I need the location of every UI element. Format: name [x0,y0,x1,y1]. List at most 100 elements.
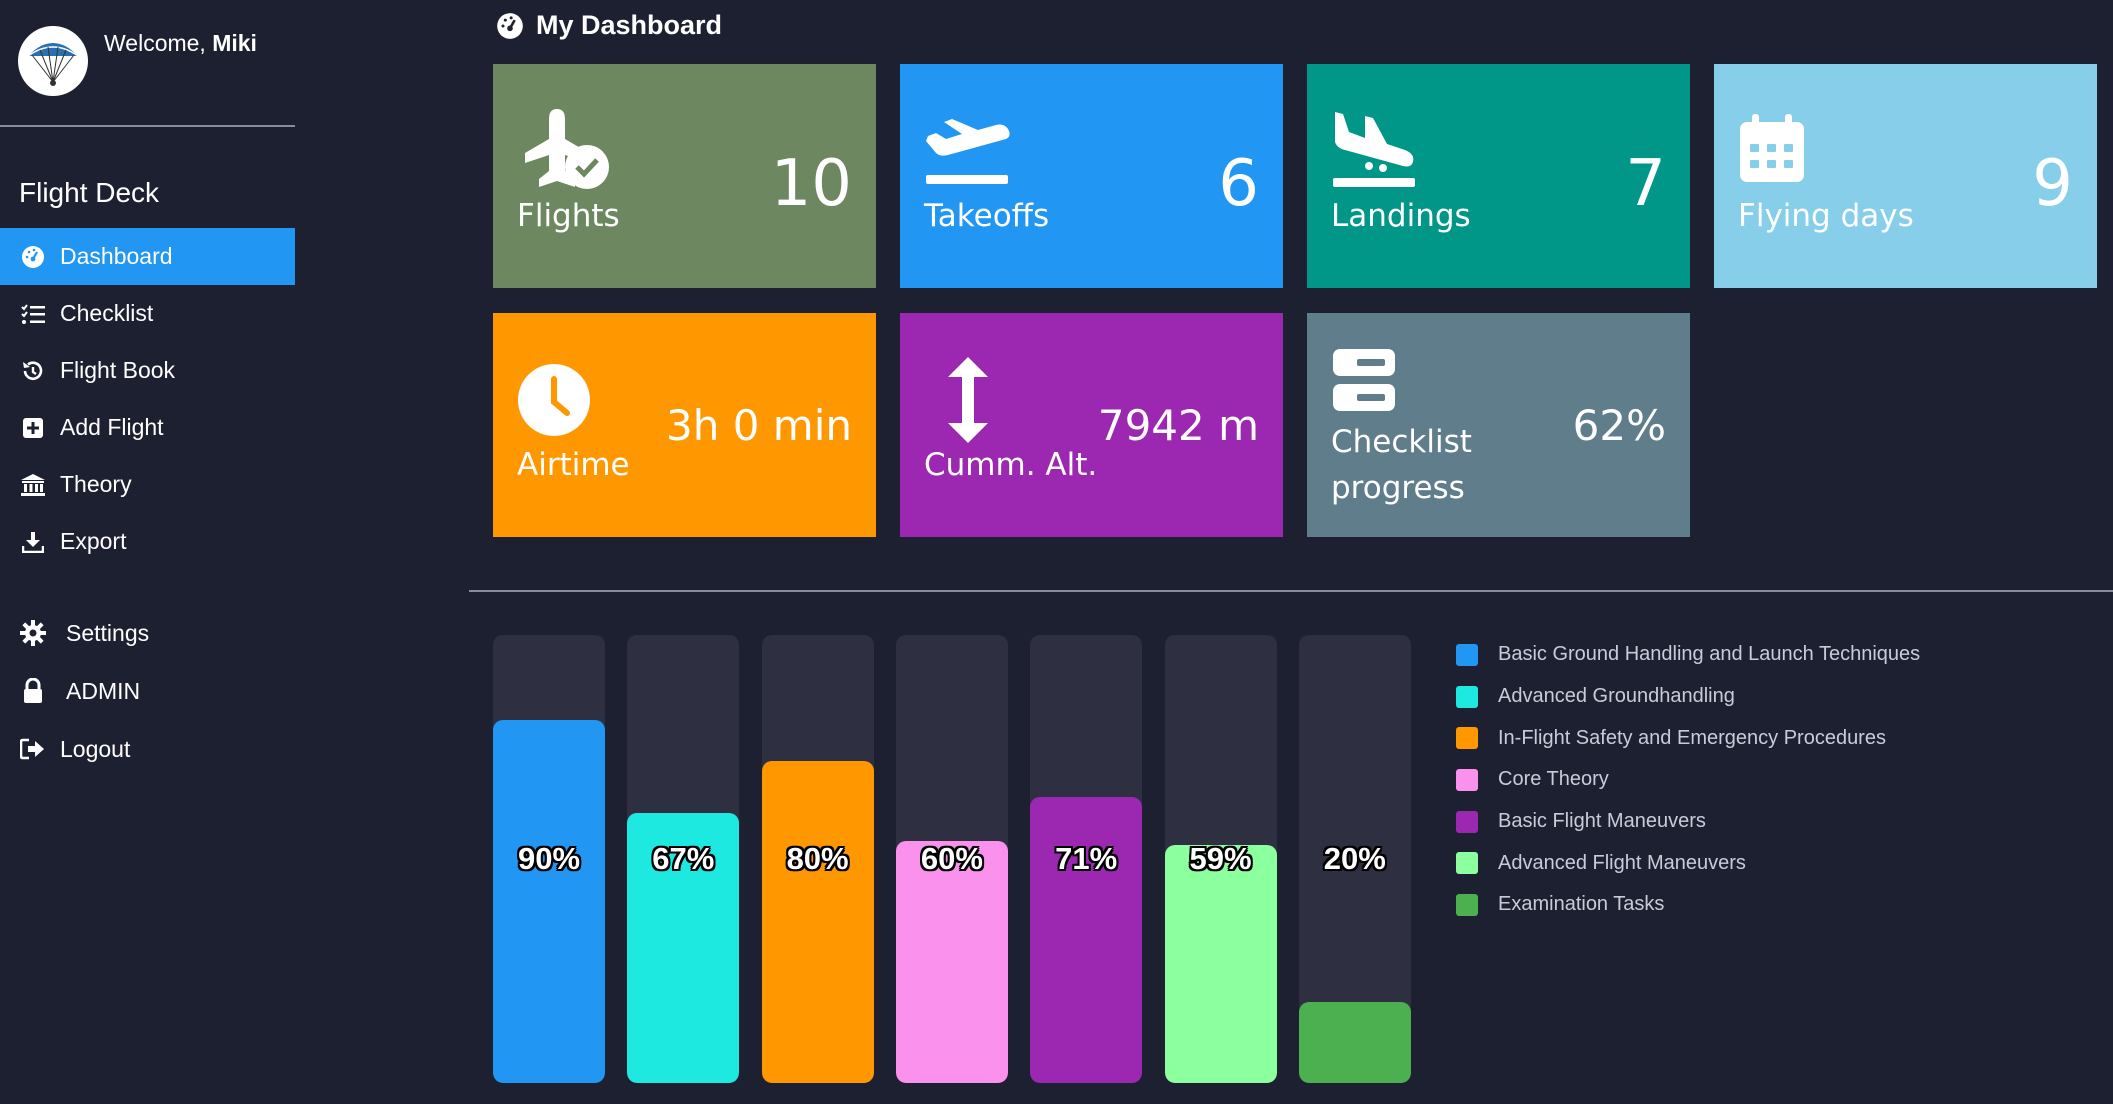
legend-swatch [1456,810,1478,833]
sidebar-item-admin[interactable]: ADMIN [0,662,295,720]
tile-takeoffs[interactable]: Takeoffs 6 [900,64,1283,288]
sidebar-item-theory[interactable]: Theory [0,456,295,513]
tile-landings[interactable]: Landings 7 [1307,64,1690,288]
legend-item[interactable]: Advanced Flight Maneuvers [1456,842,1920,884]
legend-label: Basic Ground Handling and Launch Techniq… [1498,643,1921,666]
welcome-block: Welcome, Miki [18,26,257,98]
tile-label: Cumm. Alt. [924,447,1098,483]
legend-label: Core Theory [1498,768,1609,791]
tile-label: Airtime [517,447,630,483]
tile-flights[interactable]: Flights 10 [493,64,876,288]
progress-bar-label: 71% [1055,841,1118,876]
sidebar-item-label: Settings [66,619,150,646]
sidebar-item-label: Dashboard [60,243,173,269]
sidebar-item-dashboard[interactable]: Dashboard [0,228,295,285]
progress-bar: 90% [493,635,605,1083]
sidebar-item-checklist[interactable]: Checklist [0,285,295,342]
tile-label: Takeoffs [924,198,1050,234]
download-icon [20,529,46,555]
tile-label: Flights [517,198,620,234]
history-icon [20,358,46,384]
sidebar-item-label: ADMIN [66,677,141,704]
progress-bar: 59% [1164,635,1277,1083]
legend-label: Advanced Groundhandling [1498,685,1735,708]
sidebar-item-flight-book[interactable]: Flight Book [0,342,295,399]
legend-item[interactable]: Advanced Groundhandling [1456,676,1920,718]
paraglider-icon [27,43,79,86]
progress-bar-label: 60% [920,841,983,876]
sidebar-item-export[interactable]: Export [0,513,295,570]
sidebar-item-label: Export [60,528,127,554]
legend-swatch [1456,893,1478,916]
progress-bar-fill [761,761,874,1083]
tile-value: 7942 m [1097,401,1259,450]
legend-item[interactable]: Examination Tasks [1456,884,1920,926]
progress-bar: 80% [761,635,874,1083]
legend-label: Basic Flight Maneuvers [1498,810,1706,833]
section-divider [469,590,2113,592]
tile-label-line2: progress [1331,470,1465,506]
legend-item[interactable]: In-Flight Safety and Emergency Procedure… [1456,717,1920,759]
gauge-icon [20,244,46,270]
sidebar-divider [0,125,295,127]
welcome-prefix: Welcome, [104,30,213,56]
tile-value: 6 [1218,147,1259,221]
tile-value: 9 [2032,147,2073,221]
gauge-icon [496,12,524,40]
progress-bar-label: 20% [1323,841,1386,876]
plus-square-icon [20,415,46,441]
progress-bar-label: 90% [517,841,581,876]
legend-label: Examination Tasks [1498,893,1665,916]
calendar-icon [1738,114,1806,189]
brand-title: Flight Deck [19,177,160,208]
logout-icon [20,736,46,762]
sidebar-item-add-flight[interactable]: Add Flight [0,399,295,456]
clock-icon [517,363,591,442]
tile-airtime[interactable]: Airtime 3h 0 min [493,313,876,537]
sidebar-item-label: Flight Book [60,357,176,383]
tile-value: 62% [1572,401,1666,450]
welcome-text: Welcome, Miki [104,30,257,57]
progress-bar: 60% [895,635,1008,1083]
progress-bar-label: 80% [786,841,849,876]
progress-bar: 67% [627,635,740,1083]
legend-swatch [1456,727,1478,750]
sidebar-item-settings[interactable]: Settings [0,604,295,662]
avatar[interactable] [18,26,88,96]
progress-bar-fill [493,720,605,1083]
tile-value: 7 [1625,147,1666,221]
progress-bar-fill [1298,1002,1411,1083]
progress-bar: 71% [1030,635,1143,1083]
sidebar-item-label: Theory [60,471,132,497]
plane-arrival-icon [1331,112,1417,193]
progress-bar-fill [895,841,1008,1083]
progress-bar-label: 59% [1189,841,1252,876]
vertical-arrows-icon [948,357,988,448]
tile-value: 10 [770,147,852,221]
user-name: Miki [212,30,257,56]
tile-checklist-progress[interactable]: Checklist progress 62% [1307,313,1690,537]
sidebar-nav: Dashboard Checklist Flight Book Add Flig… [0,228,295,778]
legend-item[interactable]: Core Theory [1456,759,1920,801]
legend-swatch [1456,852,1478,875]
sidebar-item-logout[interactable]: Logout [0,720,295,778]
sidebar-item-label: Checklist [60,300,154,326]
bank-icon [20,472,46,498]
legend-item[interactable]: Basic Ground Handling and Launch Techniq… [1456,634,1920,676]
tile-flying-days[interactable]: Flying days 9 [1714,64,2097,288]
plane-check-icon [519,109,611,196]
tile-label-line1: Checklist [1331,424,1472,460]
legend-item[interactable]: Basic Flight Maneuvers [1456,801,1920,843]
list-check-icon [20,301,46,327]
legend-label: In-Flight Safety and Emergency Procedure… [1498,726,1886,749]
sidebar: Welcome, Miki Flight Deck Dashboard Chec… [0,0,295,1104]
legend-label: Advanced Flight Maneuvers [1498,851,1746,874]
tile-value: 3h 0 min [666,401,852,450]
server-icon [1331,347,1397,418]
tile-label: Flying days [1738,198,1914,234]
tile-cumm-alt[interactable]: Cumm. Alt. 7942 m [900,313,1283,537]
page-title: My Dashboard [496,10,722,41]
legend-swatch [1456,768,1478,791]
sidebar-item-label: Logout [60,735,131,762]
